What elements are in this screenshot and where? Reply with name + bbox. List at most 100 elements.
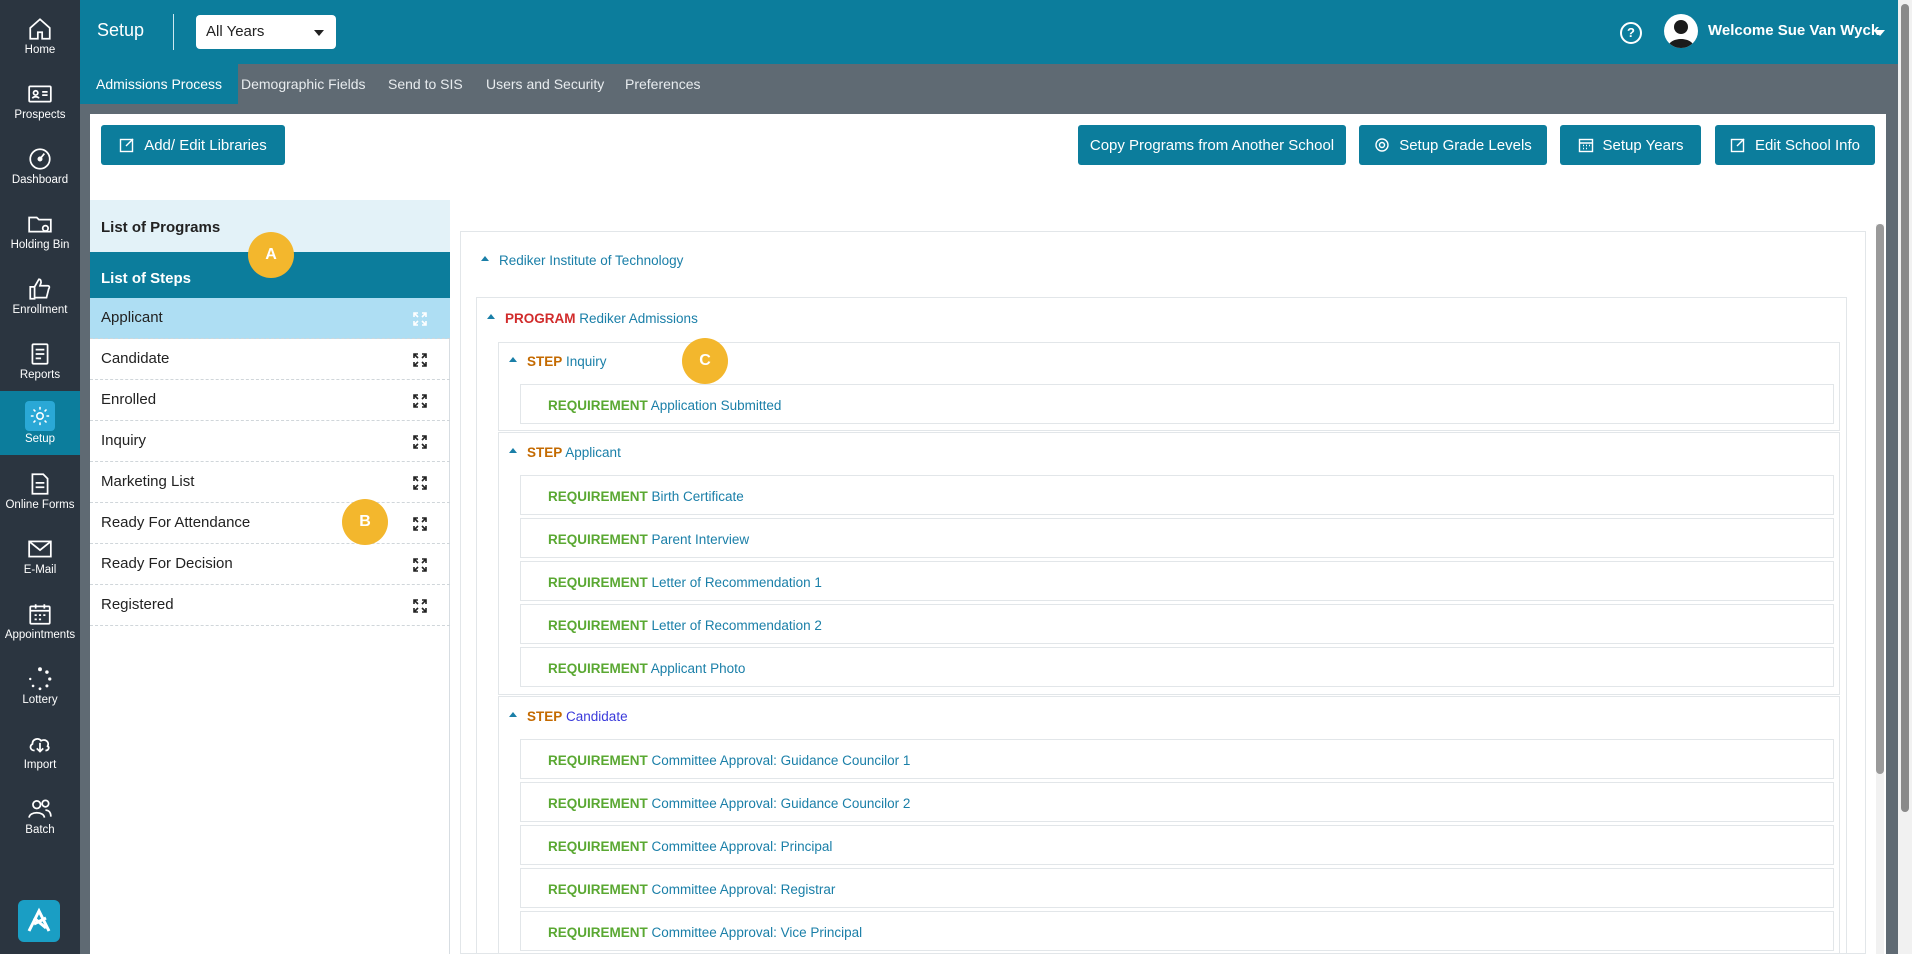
tree-program[interactable]: PROGRAM Rediker Admissions: [505, 311, 698, 326]
sidebar-item-label: Home: [24, 44, 56, 56]
step-name: Applicant: [565, 445, 621, 460]
list-item[interactable]: Inquiry: [90, 421, 450, 462]
copy-programs-button[interactable]: Copy Programs from Another School: [1078, 125, 1346, 165]
step-label: Applicant: [101, 309, 163, 326]
callout-marker-c: C: [682, 338, 728, 384]
collapse-icon[interactable]: [509, 357, 517, 362]
setup-grade-levels-button[interactable]: Setup Grade Levels: [1359, 125, 1547, 165]
gear-icon: [25, 401, 55, 431]
step-keyword: STEP: [527, 354, 563, 369]
tree-requirement[interactable]: REQUIREMENT Committee Approval: Guidance…: [548, 753, 910, 768]
sidebar-item-label: Setup: [24, 433, 56, 445]
add-edit-libraries-button[interactable]: Add/ Edit Libraries: [101, 125, 285, 165]
top-bar: Setup All Years ? Welcome Sue Van Wyck: [80, 0, 1898, 64]
tree-requirement[interactable]: REQUIREMENT Committee Approval: Registra…: [548, 882, 835, 897]
button-label: Copy Programs from Another School: [1089, 136, 1335, 154]
help-icon[interactable]: ?: [1620, 22, 1642, 44]
tab-demographic-fields[interactable]: Demographic Fields: [225, 64, 382, 104]
tree-school[interactable]: Rediker Institute of Technology: [499, 253, 683, 268]
sidebar-item-label: Prospects: [14, 109, 66, 121]
tree-scrollbar-thumb[interactable]: [1876, 224, 1884, 774]
requirement-name: Letter of Recommendation 2: [651, 618, 822, 633]
tab-preferences[interactable]: Preferences: [609, 64, 716, 104]
sidebar-item-appointments[interactable]: Appointments: [0, 589, 80, 653]
step-label: Ready For Attendance: [101, 514, 251, 531]
requirement-name: Birth Certificate: [651, 489, 744, 504]
step-keyword: STEP: [527, 709, 563, 724]
step-label: Marketing List: [101, 473, 195, 490]
sidebar-item-reports[interactable]: Reports: [0, 329, 80, 393]
sidebar-item-holding-bin[interactable]: Holding Bin: [0, 199, 80, 263]
sidebar-item-label: Lottery: [22, 694, 58, 706]
tab-users-and-security[interactable]: Users and Security: [470, 64, 620, 104]
step-label: Candidate: [101, 350, 170, 367]
sidebar-item-batch[interactable]: Batch: [0, 784, 80, 848]
expand-icon[interactable]: [412, 475, 428, 491]
collapse-icon[interactable]: [487, 314, 495, 319]
year-select[interactable]: All Years: [196, 15, 336, 49]
chevron-down-icon[interactable]: [1875, 30, 1885, 36]
list-item[interactable]: Registered: [90, 585, 450, 626]
tab-admissions-process[interactable]: Admissions Process: [80, 64, 239, 104]
tree-step[interactable]: STEP Applicant: [527, 445, 621, 460]
tree-requirement[interactable]: REQUIREMENT Birth Certificate: [548, 489, 744, 504]
tab-send-to-sis[interactable]: Send to SIS: [372, 64, 479, 104]
tree-step[interactable]: STEP Inquiry: [527, 354, 607, 369]
tree-requirement[interactable]: REQUIREMENT Letter of Recommendation 1: [548, 575, 822, 590]
tree-requirement[interactable]: REQUIREMENT Committee Approval: Principa…: [548, 839, 832, 854]
requirement-name: Committee Approval: Principal: [651, 839, 833, 854]
expand-icon[interactable]: [412, 557, 428, 573]
list-item[interactable]: Candidate: [90, 339, 450, 380]
list-item[interactable]: Applicant: [90, 298, 450, 339]
collapse-icon[interactable]: [509, 448, 517, 453]
setup-years-button[interactable]: Setup Years: [1560, 125, 1701, 165]
expand-icon[interactable]: [412, 393, 428, 409]
tree-step[interactable]: STEP Candidate: [527, 709, 628, 724]
sidebar-item-prospects[interactable]: Prospects: [0, 69, 80, 133]
collapse-icon[interactable]: [509, 712, 517, 717]
button-label: Edit School Info: [1754, 136, 1861, 154]
sidebar-item-email[interactable]: E-Mail: [0, 524, 80, 588]
requirement-name: Committee Approval: Registrar: [651, 882, 836, 897]
expand-icon[interactable]: [412, 516, 428, 532]
page-scrollbar-thumb[interactable]: [1901, 4, 1909, 812]
tree-requirement[interactable]: REQUIREMENT Application Submitted: [548, 398, 781, 413]
sidebar-item-online-forms[interactable]: Online Forms: [0, 459, 80, 523]
collapse-icon[interactable]: [481, 256, 489, 261]
step-label: Registered: [101, 596, 174, 613]
sidebar-item-setup[interactable]: Setup: [0, 391, 80, 455]
list-item[interactable]: Marketing List: [90, 462, 450, 503]
form-icon: [31, 473, 49, 495]
tree-requirement[interactable]: REQUIREMENT Applicant Photo: [548, 661, 745, 676]
list-item[interactable]: Ready For Decision: [90, 544, 450, 585]
list-item[interactable]: Ready For Attendance: [90, 503, 450, 544]
list-item[interactable]: Enrolled: [90, 380, 450, 421]
sidebar-item-label: Appointments: [4, 629, 76, 641]
welcome-user[interactable]: Welcome Sue Van Wyck: [1708, 22, 1879, 39]
expand-icon[interactable]: [412, 598, 428, 614]
tree-requirement[interactable]: REQUIREMENT Committee Approval: Guidance…: [548, 796, 910, 811]
app-logo: [18, 900, 60, 942]
sidebar-item-dashboard[interactable]: Dashboard: [0, 134, 80, 198]
expand-icon[interactable]: [412, 352, 428, 368]
callout-marker-a: A: [248, 232, 294, 278]
edit-school-info-button[interactable]: Edit School Info: [1715, 125, 1875, 165]
sidebar-item-enrollment[interactable]: Enrollment: [0, 264, 80, 328]
expand-icon[interactable]: [412, 311, 428, 327]
tree-requirement[interactable]: REQUIREMENT Letter of Recommendation 2: [548, 618, 822, 633]
tree-requirement[interactable]: REQUIREMENT Committee Approval: Vice Pri…: [548, 925, 862, 940]
edit-icon: [120, 138, 134, 153]
page-title: Setup: [97, 20, 145, 40]
avatar[interactable]: [1664, 14, 1698, 48]
expand-icon[interactable]: [412, 434, 428, 450]
tree-requirement[interactable]: REQUIREMENT Parent Interview: [548, 532, 749, 547]
report-icon: [31, 343, 49, 365]
step-label: Enrolled: [101, 391, 157, 408]
edit-icon: [1730, 138, 1745, 153]
requirement-name: Letter of Recommendation 1: [651, 575, 822, 590]
step-label: Inquiry: [101, 432, 147, 449]
sidebar-item-lottery[interactable]: Lottery: [0, 654, 80, 718]
sidebar-item-import[interactable]: Import: [0, 719, 80, 783]
thumbs-up-icon: [29, 278, 51, 300]
sidebar-item-home[interactable]: Home: [0, 4, 80, 68]
